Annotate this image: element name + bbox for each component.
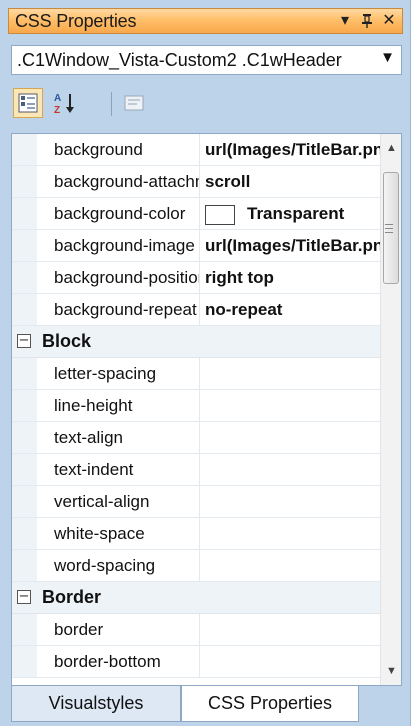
property-name: white-space	[54, 518, 200, 549]
panel-tab-strip: Visualstyles CSS Properties	[0, 686, 411, 726]
svg-text:A: A	[54, 93, 61, 104]
property-value[interactable]	[205, 646, 381, 677]
color-swatch	[205, 204, 235, 225]
property-name: background-repeat	[54, 294, 200, 325]
property-value[interactable]	[205, 358, 381, 389]
property-row[interactable]: letter-spacing	[12, 358, 381, 390]
property-value-color[interactable]: Transparent	[205, 198, 381, 229]
property-value[interactable]	[205, 390, 381, 421]
pin-icon[interactable]	[356, 10, 378, 36]
scroll-up-arrow-icon[interactable]: ▲	[381, 142, 401, 154]
property-row[interactable]: background-color Transparent	[12, 198, 381, 230]
alphabetical-icon: A Z	[54, 93, 74, 115]
svg-text:Z: Z	[54, 105, 60, 115]
property-value[interactable]	[205, 518, 381, 549]
color-value-text: Transparent	[247, 204, 345, 223]
scroll-down-arrow-icon[interactable]: ▼	[381, 665, 401, 677]
property-row[interactable]: background-attachment scroll	[12, 166, 381, 198]
property-row[interactable]: border-bottom	[12, 646, 381, 678]
tab-css-properties[interactable]: CSS Properties	[181, 686, 359, 722]
property-value[interactable]	[205, 454, 381, 485]
property-row[interactable]: vertical-align	[12, 486, 381, 518]
css-selector-value: .C1Window_Vista-Custom2 .C1wHeader	[17, 50, 342, 70]
property-row[interactable]: text-indent	[12, 454, 381, 486]
categorized-icon	[18, 93, 38, 113]
property-value[interactable]: right top	[205, 262, 381, 293]
property-grid-toolbar: A Z	[11, 86, 402, 122]
property-value[interactable]: scroll	[205, 166, 381, 197]
property-pages-icon	[124, 95, 144, 111]
property-row[interactable]: background-image url(Images/TitleBar.png…	[12, 230, 381, 262]
property-row[interactable]: background-position right top	[12, 262, 381, 294]
categorized-button[interactable]	[13, 88, 43, 118]
property-row[interactable]: white-space	[12, 518, 381, 550]
property-value[interactable]: url(Images/TitleBar.png)	[205, 134, 381, 165]
property-name: border-bottom	[54, 646, 200, 677]
property-value[interactable]: no-repeat	[205, 294, 381, 325]
property-name: background-color	[54, 198, 200, 229]
property-name: border	[54, 614, 200, 645]
property-row[interactable]: border	[12, 614, 381, 646]
property-value[interactable]	[205, 486, 381, 517]
category-header-border[interactable]: − Border	[12, 582, 381, 614]
property-pages-button[interactable]	[119, 88, 149, 118]
property-value[interactable]	[205, 614, 381, 645]
property-row[interactable]: background-repeat no-repeat	[12, 294, 381, 326]
property-name: background-attachment	[54, 166, 200, 197]
property-name: background	[54, 134, 200, 165]
property-value[interactable]	[205, 422, 381, 453]
close-icon[interactable]: ✕	[378, 10, 400, 32]
property-name: line-height	[54, 390, 200, 421]
category-title: Block	[42, 331, 92, 351]
vertical-scrollbar[interactable]: ▲ ▼	[380, 134, 401, 685]
tab-visualstyles[interactable]: Visualstyles	[11, 686, 181, 722]
property-row[interactable]: background url(Images/TitleBar.png)	[12, 134, 381, 166]
collapse-toggle-icon[interactable]: −	[17, 590, 31, 604]
property-name: word-spacing	[54, 550, 200, 581]
property-name: vertical-align	[54, 486, 200, 517]
chevron-down-icon[interactable]: ▼	[380, 49, 395, 66]
property-name: background-image	[54, 230, 200, 261]
css-properties-panel: CSS Properties ▾ ✕ .C1Window_Vista-Custo…	[0, 0, 411, 726]
property-name: background-position	[54, 262, 200, 293]
property-name: letter-spacing	[54, 358, 200, 389]
window-position-dropdown-icon[interactable]: ▾	[334, 10, 356, 32]
panel-title: CSS Properties	[15, 11, 137, 31]
property-value[interactable]: url(Images/TitleBar.png)	[205, 230, 381, 261]
property-row[interactable]: word-spacing	[12, 550, 381, 582]
property-name: text-align	[54, 422, 200, 453]
toolbar-separator	[111, 92, 112, 116]
category-title: Border	[42, 587, 102, 607]
collapse-toggle-icon[interactable]: −	[17, 334, 31, 348]
alphabetical-button[interactable]: A Z	[51, 88, 81, 118]
css-selector-combobox[interactable]: .C1Window_Vista-Custom2 .C1wHeader ▼	[11, 45, 402, 75]
panel-title-bar[interactable]: CSS Properties ▾ ✕	[8, 8, 403, 34]
property-row[interactable]: line-height	[12, 390, 381, 422]
property-grid[interactable]: background url(Images/TitleBar.png) back…	[11, 133, 402, 686]
property-row[interactable]: text-align	[12, 422, 381, 454]
category-header-block[interactable]: − Block	[12, 326, 381, 358]
property-value[interactable]	[205, 550, 381, 581]
property-name: text-indent	[54, 454, 200, 485]
